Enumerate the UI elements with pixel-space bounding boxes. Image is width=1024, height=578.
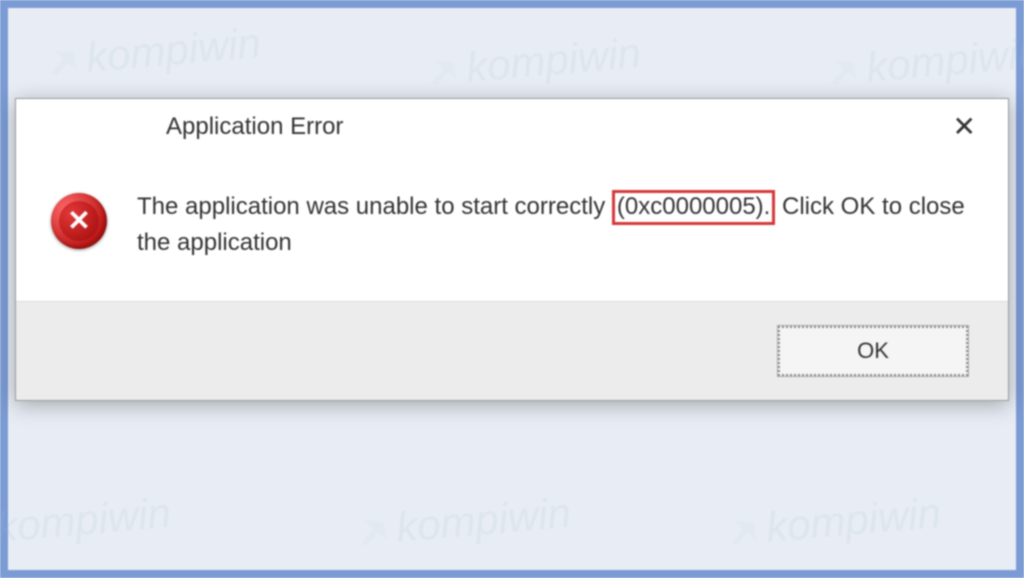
error-icon: ✕ [51,193,107,249]
close-icon[interactable]: ✕ [945,113,984,141]
dialog-body: ✕ The application was unable to start co… [16,159,1008,301]
ok-button[interactable]: OK [778,326,968,376]
dialog-footer: OK [16,301,1008,400]
dialog-message: The application was unable to start corr… [137,189,968,261]
message-prefix: The application was unable to start corr… [137,193,612,220]
dialog-titlebar: Application Error ✕ [16,99,1008,159]
error-dialog: Application Error ✕ ✕ The application wa… [15,98,1009,401]
error-code-highlight: (0xc0000005). [612,190,775,225]
dialog-title: Application Error [166,113,343,141]
